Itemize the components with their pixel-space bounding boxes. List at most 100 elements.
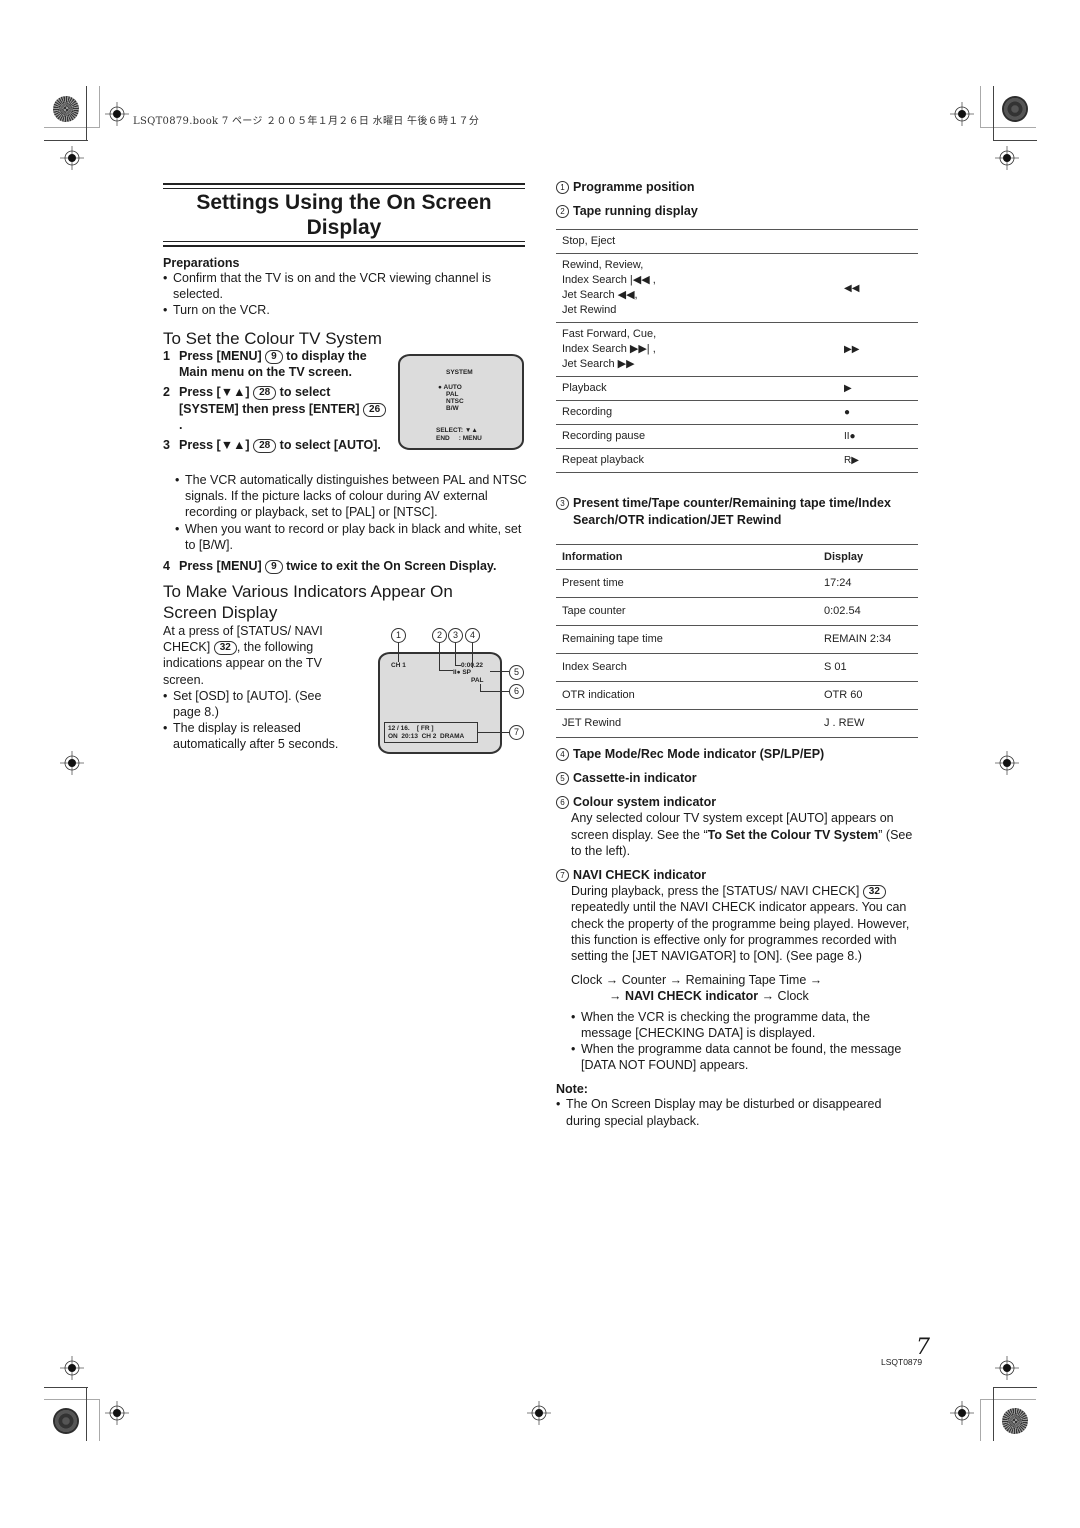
button-ref-badge: 9 <box>265 350 283 364</box>
document-code: LSQT0879 <box>881 1357 923 1367</box>
note-heading: Note: <box>556 1082 588 1097</box>
note-bullet: The On Screen Display may be disturbed o… <box>556 1096 918 1128</box>
tv-menu-option: PAL <box>446 391 459 398</box>
tape-symbol-icon: ● <box>838 400 918 426</box>
tape-operation: Repeat playback <box>556 448 838 474</box>
step-item: 3 Press [▼▲] 28 to select [AUTO]. <box>163 438 381 454</box>
indicators-intro: At a press of [STATUS/ NAVI CHECK] 32, t… <box>163 623 343 753</box>
print-metadata: LSQT0879.book 7 ページ ２００５年１月２６日 水曜日 午後６時１… <box>133 116 480 127</box>
information-cell: Remaining tape time <box>556 625 818 654</box>
osd-navi-line: ON 20:13 CH 2 DRAMA <box>388 733 465 740</box>
display-cell: J . REW <box>818 709 918 738</box>
column-header: Display <box>818 543 918 570</box>
registration-mark-icon <box>995 751 1019 775</box>
tape-symbol-icon: R▶ <box>838 448 918 474</box>
display-cell: 17:24 <box>818 569 918 598</box>
table-row: Playback ▶ <box>556 376 918 402</box>
navi-check-description: During playback, press the [STATUS/ NAVI… <box>571 884 910 964</box>
information-cell: Index Search <box>556 653 818 682</box>
table-row: Stop, Eject <box>556 229 918 255</box>
button-ref-badge: 26 <box>363 402 387 417</box>
registration-mark-icon <box>60 751 84 775</box>
preparations-heading: Preparations <box>163 256 240 270</box>
tv-menu-select-hint: SELECT: ▼▲ <box>436 427 478 434</box>
tv-menu-option: B/W <box>446 405 459 412</box>
bullet-item: When you want to record or play back in … <box>175 521 527 553</box>
osd-channel: CH 1 <box>391 662 406 669</box>
color-target-icon <box>53 1408 79 1434</box>
item-cassette-in: 5 Cassette-in indicator <box>556 770 918 786</box>
navi-bullets: When the VCR is checking the programme d… <box>556 1009 918 1074</box>
osd-tape-mode: II● SP <box>453 669 472 676</box>
information-cell: Present time <box>556 569 818 598</box>
registration-mark-icon <box>60 1356 84 1380</box>
item-colour-system: 6 Colour system indicator <box>556 794 918 810</box>
column-header: Information <box>556 543 818 570</box>
display-cell: S 01 <box>818 653 918 682</box>
step-item: 1 Press [MENU] 9 to display the Main menu… <box>163 349 367 380</box>
registration-mark-icon <box>105 1401 129 1425</box>
tv-menu-option-selected: ● AUTO <box>438 384 462 391</box>
registration-mark-icon <box>995 1356 1019 1380</box>
right-column: 1 Programme position 2 Tape running displa… <box>556 179 918 1129</box>
information-display-table: Information Display Present time 17:24 Tap… <box>556 543 918 738</box>
item-navi-check: 7 NAVI CHECK indicator <box>556 867 918 883</box>
tape-symbol-icon: II● <box>838 424 918 450</box>
button-ref-badge: 9 <box>265 560 283 574</box>
item-tape-running-display: 2 Tape running display <box>556 203 918 219</box>
display-cell: OTR 60 <box>818 681 918 710</box>
item-present-time: 3 Present time/Tape counter/Remaining tap… <box>556 495 918 527</box>
tape-symbol-icon <box>838 229 918 255</box>
tape-symbol-icon: ◀◀ <box>838 253 918 324</box>
color-target-icon <box>1002 1408 1028 1434</box>
registration-mark-icon <box>527 1401 551 1425</box>
display-cell: 0:02.54 <box>818 597 918 626</box>
registration-mark-icon <box>60 146 84 170</box>
tape-operation: Playback <box>556 376 838 402</box>
registration-mark-icon <box>995 146 1019 170</box>
item-tape-mode: 4 Tape Mode/Rec Mode indicator (SP/LP/EP) <box>556 746 918 762</box>
indicators-heading: To Make Various Indicators Appear On Scr… <box>163 582 453 622</box>
bullet-item: When the VCR is checking the programme d… <box>571 1009 918 1041</box>
information-cell: OTR indication <box>556 681 818 710</box>
registration-mark-icon <box>105 102 129 126</box>
tape-symbol-icon: ▶ <box>838 376 918 402</box>
display-cycle: Clock → Counter → Remaining Tape Time → … <box>571 973 823 1004</box>
bullet-item: When the programme data cannot be found,… <box>571 1041 918 1073</box>
table-row: Remaining tape time REMAIN 2:34 <box>556 625 918 654</box>
callout-1: 1 <box>391 628 406 643</box>
button-ref-badge: 32 <box>862 885 886 900</box>
step-item: 4 Press [MENU] 9 twice to exit the On Scr… <box>163 559 497 574</box>
colour-system-description: Any selected colour TV system except [AU… <box>571 811 913 858</box>
tape-symbol-icon: ▶▶ <box>838 322 918 378</box>
callout-4: 4 <box>465 628 480 643</box>
tv-menu-option: NTSC <box>446 398 464 405</box>
tv-system-menu-illustration: SYSTEM ● AUTO PAL NTSC B/W SELECT: ▼▲ EN… <box>398 354 524 450</box>
tape-operation: Stop, Eject <box>556 229 838 255</box>
color-target-icon <box>1002 96 1028 122</box>
callout-6: 6 <box>509 684 524 699</box>
button-ref-badge: 32 <box>213 641 237 656</box>
item-programme-position: 1 Programme position <box>556 179 918 195</box>
osd-colour-system: PAL <box>471 677 484 684</box>
button-ref-badge: 28 <box>253 386 277 401</box>
table-row: Recording ● <box>556 400 918 426</box>
preparations-section: Preparations Confirm that the TV is on a… <box>163 256 525 319</box>
table-row: Rewind, Review, Index Search |◀◀ , Jet S… <box>556 253 918 324</box>
table-row: OTR indication OTR 60 <box>556 681 918 710</box>
table-row: Recording pause II● <box>556 424 918 450</box>
callout-2: 2 <box>432 628 447 643</box>
tape-operation: Fast Forward, Cue, Index Search ▶▶| , Je… <box>556 322 838 378</box>
page-title: Settings Using the On Screen Display <box>196 191 492 239</box>
tv-menu-title: SYSTEM <box>446 369 473 376</box>
registration-mark-icon <box>950 102 974 126</box>
bullet-item: The display is released automatically af… <box>163 720 343 752</box>
table-row: Repeat playback R▶ <box>556 448 918 474</box>
table-row: Fast Forward, Cue, Index Search ▶▶| , Je… <box>556 322 918 378</box>
color-target-icon <box>53 96 79 122</box>
information-cell: JET Rewind <box>556 709 818 738</box>
callout-5: 5 <box>509 665 524 680</box>
button-ref-badge: 28 <box>253 439 277 454</box>
bullet-item: Set [OSD] to [AUTO]. (See page 8.) <box>163 688 343 720</box>
colour-system-heading: To Set the Colour TV System <box>163 329 382 348</box>
